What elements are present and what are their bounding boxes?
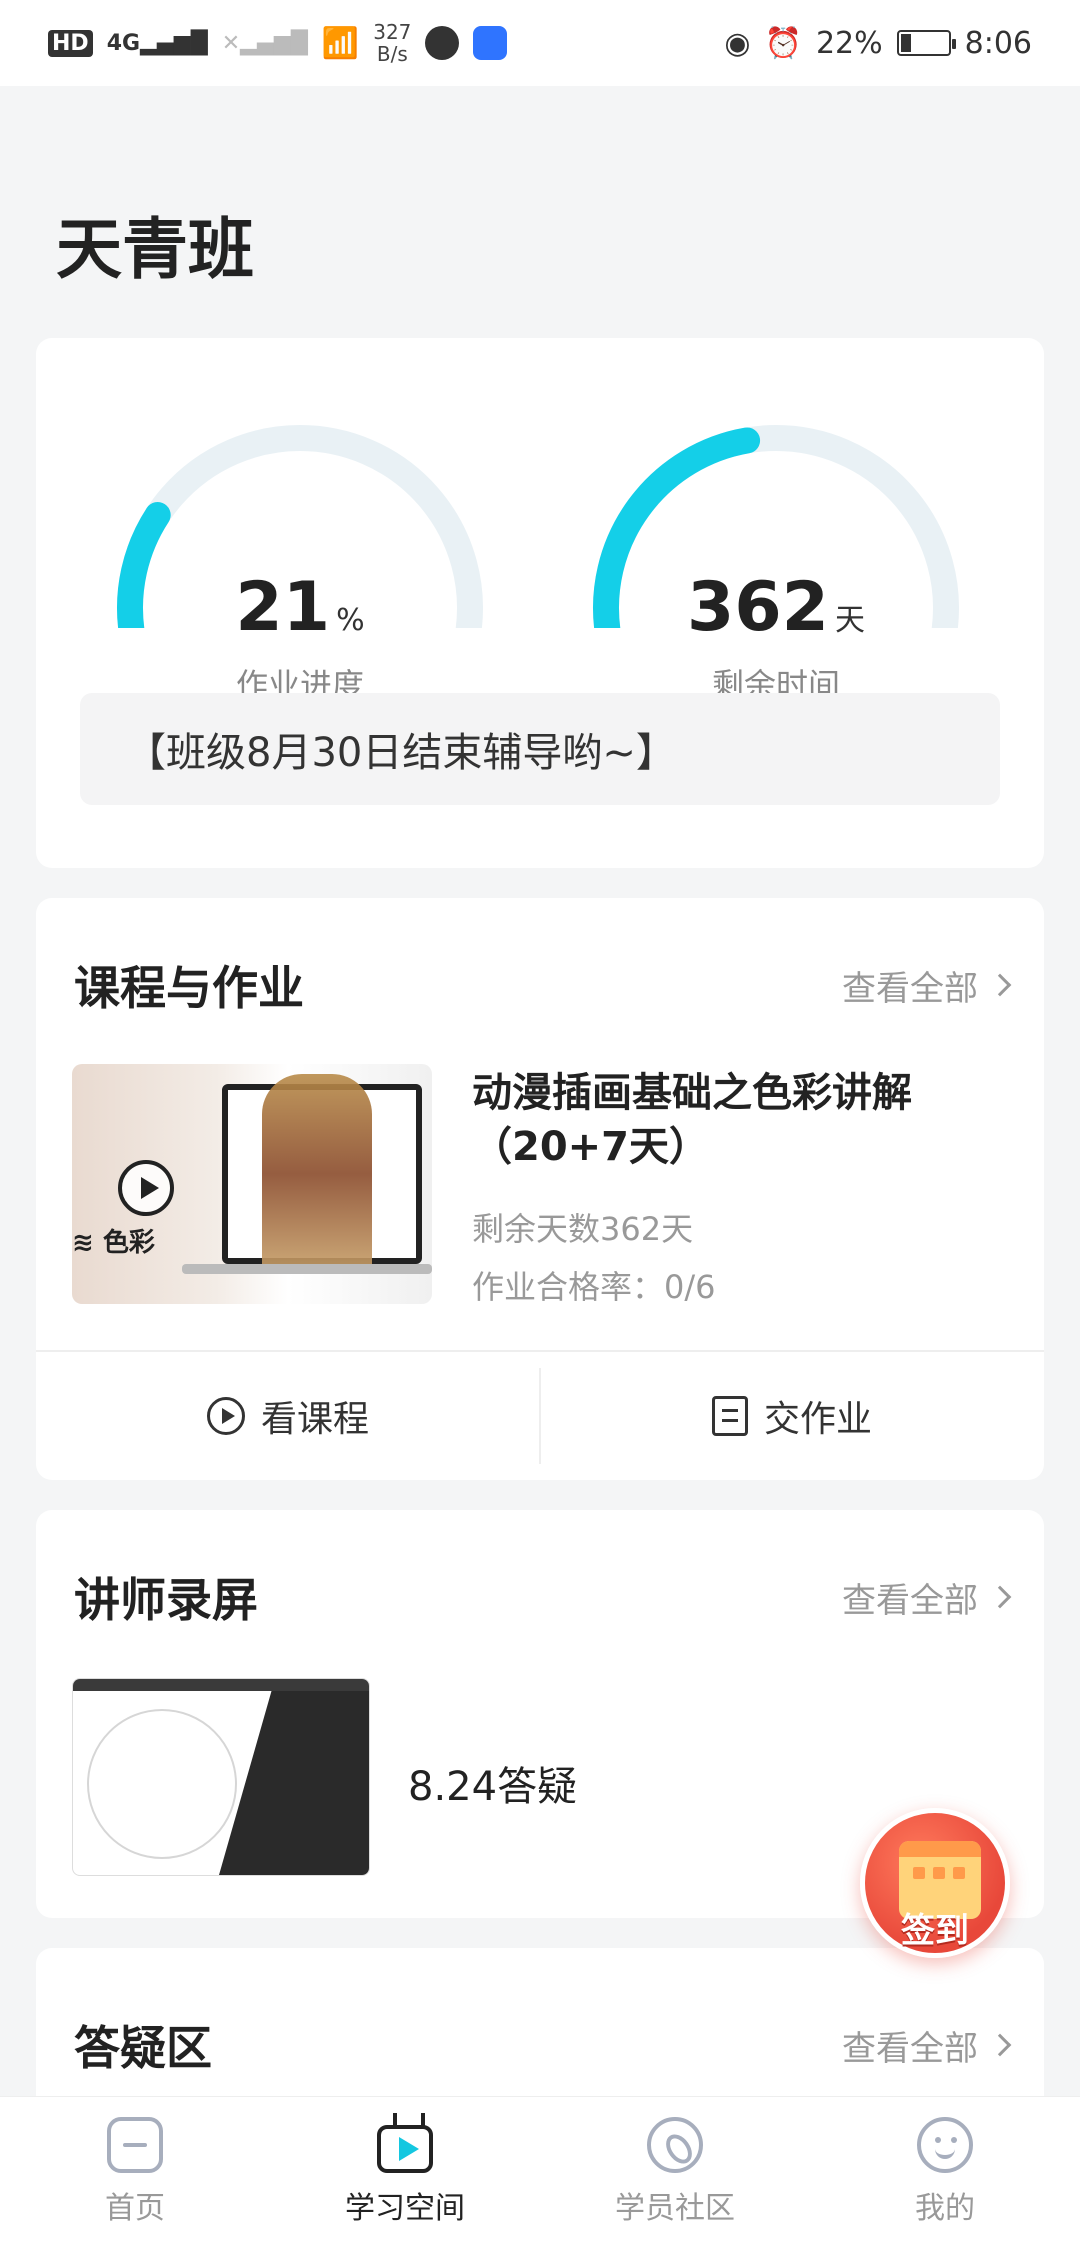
qa-see-all-link[interactable]: 查看全部 [842,2021,1012,2070]
course-pass-rate: 作业合格率：0/6 [472,1268,716,1306]
status-right: ◉ ⏰ 22% 8:06 [724,26,1032,61]
tab-study-space[interactable]: 学习空间 [270,2097,540,2244]
chevron-right-icon [988,2033,1012,2057]
course-thumbnail[interactable]: ≋ 色彩 [72,1064,432,1304]
thumbnail-tag: ≋ 色彩 [72,1228,155,1258]
community-compass-icon [647,2117,703,2173]
tab-home-label: 首页 [105,2191,165,2226]
see-all-label: 查看全部 [842,968,978,1009]
bottom-tab-bar: 首页 学习空间 学员社区 我的 [0,2096,1080,2244]
course-see-all-link[interactable]: 查看全部 [842,961,1012,1010]
tab-community-label: 学员社区 [615,2191,735,2226]
watch-course-label: 看课程 [260,1399,369,1440]
calendar-dot [953,1867,965,1879]
play-circle-icon [206,1397,245,1435]
tab-study-space-label: 学习空间 [345,2191,465,2226]
homework-unit: % [336,603,365,638]
character-illustration [262,1074,372,1274]
signin-label: 签到 [901,1911,969,1951]
battery-fill [900,34,911,52]
chevron-right-icon [988,973,1012,997]
lecture-see-all-link[interactable]: 查看全部 [842,1573,1012,1622]
see-all-label: 查看全部 [842,2028,978,2069]
tab-community[interactable]: 学员社区 [540,2097,810,2244]
calendar-dot [913,1867,925,1879]
course-section-header: 课程与作业 查看全部 [74,952,1012,1018]
tab-me[interactable]: 我的 [810,2097,1080,2244]
battery-percent: 22% [815,25,883,61]
course-section-title: 课程与作业 [74,961,304,1015]
alarm-icon: ⏰ [764,25,802,61]
tab-me-label: 我的 [915,2191,975,2226]
screen-toolbar-graphic [73,1679,369,1691]
sketch-graphic [87,1709,237,1859]
qa-section-header: 答疑区 查看全部 [74,2012,1012,2078]
tab-home[interactable]: 首页 [0,2097,270,2244]
eye-icon: ◉ [724,25,751,61]
chevron-right-icon [988,1585,1012,1609]
lecture-section-header: 讲师录屏 查看全部 [74,1564,1012,1630]
laptop-base-graphic [182,1264,432,1274]
course-remaining-days: 剩余天数362天 [472,1210,694,1248]
submit-homework-label: 交作业 [763,1399,872,1440]
document-icon [711,1396,748,1436]
status-left: HD 4G▂▄▆█ ✕▂▄▆█ 📶 327 B/s [48,21,508,65]
network-type-label: 4G [106,30,141,56]
profile-face-icon [917,2117,973,2173]
app-notification-icon [425,26,460,60]
dark-panel-graphic [219,1691,369,1875]
see-all-label: 查看全部 [842,1580,978,1621]
homework-number: 21 [235,568,331,647]
homework-gauge: 21% 作业进度 [100,408,500,704]
net-speed-value: 327 [373,20,412,44]
lecture-section-title: 讲师录屏 [74,1573,258,1627]
course-title[interactable]: 动漫插画基础之色彩讲解（20+7天） [472,1066,992,1174]
watch-course-button[interactable]: 看课程 [36,1352,540,1480]
lecture-title[interactable]: 8.24答疑 [408,1754,577,1812]
home-icon [107,2117,163,2173]
homework-value: 21% [100,568,500,647]
net-speed: 327 B/s [373,21,411,65]
signal-2-icon: ✕▂▄▆█ [221,30,308,56]
bulb-notification-icon [473,26,508,60]
signal-icon: 4G▂▄▆█ [106,30,208,56]
remaining-unit: 天 [834,603,865,638]
submit-homework-button[interactable]: 交作业 [540,1352,1044,1480]
lecture-thumbnail[interactable] [72,1678,370,1876]
hd-badge: HD [48,29,93,57]
class-notice: 【班级8月30日结束辅导哟~】 [80,693,1000,805]
remaining-value: 362 天 [576,568,976,647]
page-title: 天青班 [56,211,254,288]
clock: 8:06 [964,25,1032,61]
course-card: 课程与作业 查看全部 ≋ 色彩 动漫插画基础之色彩讲解（20+7天） 剩余天数3… [36,898,1044,1480]
signin-button[interactable]: 签到 [860,1808,1010,1958]
battery-icon [896,30,956,56]
remaining-gauge: 362 天 剩余时间 [576,408,976,704]
status-bar: HD 4G▂▄▆█ ✕▂▄▆█ 📶 327 B/s ◉ ⏰ 22% 8:06 [0,0,1080,86]
study-space-icon [377,2125,433,2173]
calendar-dot [933,1867,945,1879]
qa-section-title: 答疑区 [74,2021,212,2075]
play-icon[interactable] [118,1160,174,1216]
progress-card: 21% 作业进度 362 天 剩余时间 【班级8月30日结束辅导哟~】 [36,338,1044,868]
net-speed-unit: B/s [376,42,408,66]
wifi-icon: 📶 [321,25,360,61]
remaining-number: 362 [687,568,829,647]
